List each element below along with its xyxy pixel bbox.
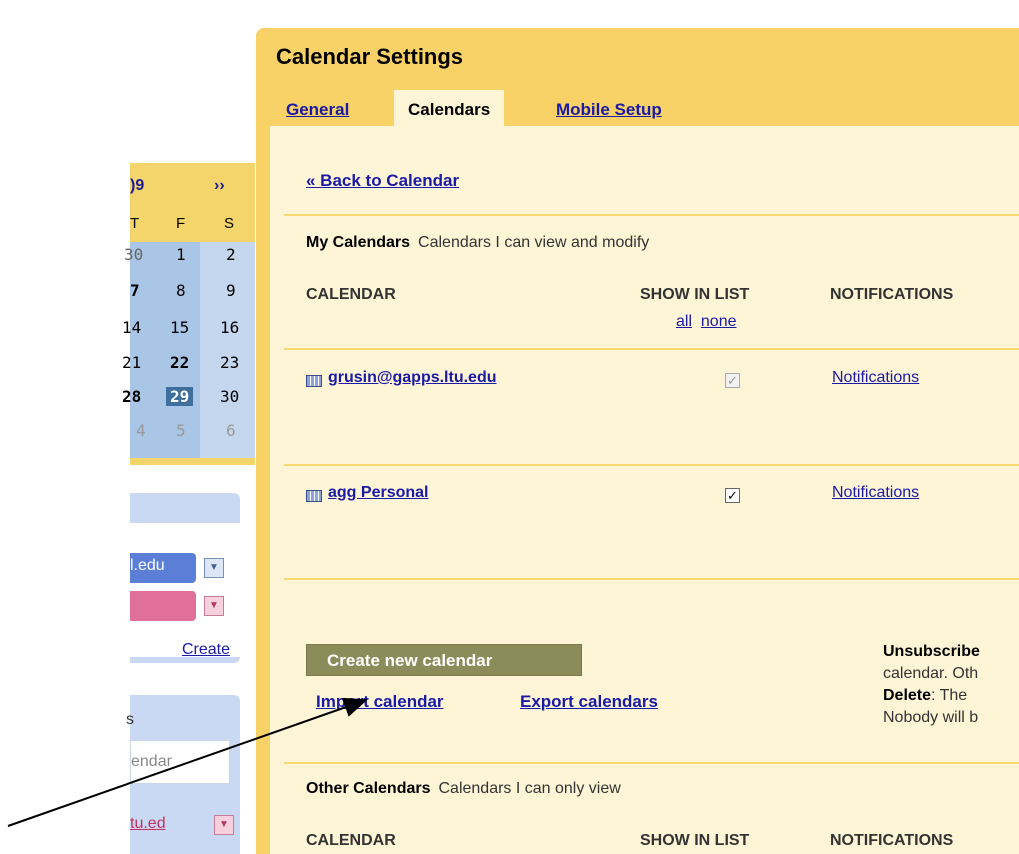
day-cell[interactable]: 14 [122,318,141,337]
create-new-calendar-button[interactable]: Create new calendar [306,644,582,676]
other-calendars-description: Calendars I can only view [438,780,621,797]
export-calendars-link[interactable]: Export calendars [520,692,658,712]
chevron-down-icon[interactable]: ▼ [204,558,224,578]
show-none-link[interactable]: none [701,313,737,330]
left-sidebar: )9 ›› T F S 30 1 2 7 8 9 14 15 16 21 22 … [122,163,255,854]
divider [284,578,1019,580]
divider [284,348,1019,350]
calendar-name-link[interactable]: grusin@gapps.ltu.edu [328,369,497,387]
calendar-chip-primary[interactable]: l.edu [130,553,196,583]
help-text: Unsubscribe calendar. Oth Delete: The No… [883,641,1019,729]
settings-content: « Back to Calendar My Calendars Calendars… [270,126,1019,854]
back-to-calendar-link[interactable]: « Back to Calendar [306,171,459,191]
day-cell[interactable]: 4 [136,421,146,440]
next-month-button[interactable]: ›› [214,177,225,195]
calendar-grid-icon [306,375,322,387]
calendar-settings-panel: Calendar Settings General Calendars Mobi… [256,28,1019,854]
delete-text-2: Nobody will b [883,709,979,726]
notifications-link[interactable]: Notifications [832,369,919,387]
dow-fri: F [176,215,186,232]
unsubscribe-label: Unsubscribe [883,643,980,660]
calendar-chip-label: l.edu [130,557,165,574]
unsubscribe-text: calendar. Oth [883,665,979,682]
my-calendars-description: Calendars I can view and modify [418,234,650,251]
notifications-link[interactable]: Notifications [832,484,919,502]
import-calendar-link[interactable]: Import calendar [316,692,444,712]
divider [284,214,1019,216]
chevron-down-icon[interactable]: ▼ [204,596,224,616]
day-cell[interactable]: 2 [226,245,236,264]
today-cell[interactable]: 29 [166,387,194,406]
other-calendars-heading: Other Calendars Calendars I can only view [306,780,621,798]
day-cell[interactable]: 6 [226,421,236,440]
my-calendars-sidebar-panel: l.edu ▼ ▼ Create [130,493,240,663]
column-show-in-list: SHOW IN LIST [640,286,750,303]
show-all-none: all none [676,313,737,331]
mini-calendar: )9 ›› T F S 30 1 2 7 8 9 14 15 16 21 22 … [122,163,255,465]
delete-label: Delete [883,687,932,704]
create-calendar-link[interactable]: Create [182,641,230,659]
tab-calendars[interactable]: Calendars [394,90,505,126]
day-cell[interactable]: 21 [122,353,141,372]
day-cell[interactable]: 23 [220,353,239,372]
day-cell[interactable]: 28 [122,387,141,406]
calendar-grid-icon [306,490,322,502]
other-calendar-item[interactable]: tu.ed [130,815,166,833]
day-cell[interactable]: 1 [176,245,186,264]
calendar-chip-personal[interactable] [130,591,196,621]
day-cell[interactable]: 16 [220,318,239,337]
show-all-link[interactable]: all [676,313,692,330]
column-notifications: NOTIFICATIONS [830,286,954,303]
day-cell[interactable]: 15 [170,318,189,337]
settings-tabs: General Calendars Mobile Setup [278,90,1019,126]
column-calendar: CALENDAR [306,286,396,303]
day-cell[interactable]: 5 [176,421,186,440]
add-calendar-placeholder: endar [131,753,172,770]
dow-sat: S [224,215,235,232]
other-calendars-header: s [126,711,134,728]
day-cell[interactable]: 30 [124,245,143,264]
day-cell[interactable]: 7 [130,281,140,300]
my-calendars-title: My Calendars [306,234,411,251]
divider [284,464,1019,466]
column-calendar: CALENDAR [306,832,396,849]
tab-mobile-setup[interactable]: Mobile Setup [556,90,662,126]
column-show-in-list: SHOW IN LIST [640,832,750,849]
other-calendars-sidebar-panel: s endar tu.ed ▼ [126,695,240,854]
page-title: Calendar Settings [276,44,464,69]
chevron-down-icon[interactable]: ▼ [214,815,234,835]
delete-text: : The [931,687,968,704]
day-cell[interactable]: 22 [170,353,189,372]
tab-general[interactable]: General [286,90,349,126]
other-calendars-title: Other Calendars [306,780,431,797]
divider [284,762,1019,764]
day-cell[interactable]: 9 [226,281,236,300]
day-cell[interactable]: 8 [176,281,186,300]
my-calendars-heading: My Calendars Calendars I can view and mod… [306,234,649,252]
calendar-name-link[interactable]: agg Personal [328,484,428,502]
my-calendars-sidebar-list: l.edu ▼ ▼ [130,523,240,657]
show-in-list-checkbox[interactable]: ✓ [725,373,740,388]
dow-thu: T [130,215,140,232]
show-in-list-checkbox[interactable]: ✓ [725,488,740,503]
add-calendar-input[interactable]: endar [130,740,230,784]
day-cell[interactable]: 30 [220,387,239,406]
column-notifications: NOTIFICATIONS [830,832,954,849]
mini-calendar-month-label: )9 [130,177,145,194]
